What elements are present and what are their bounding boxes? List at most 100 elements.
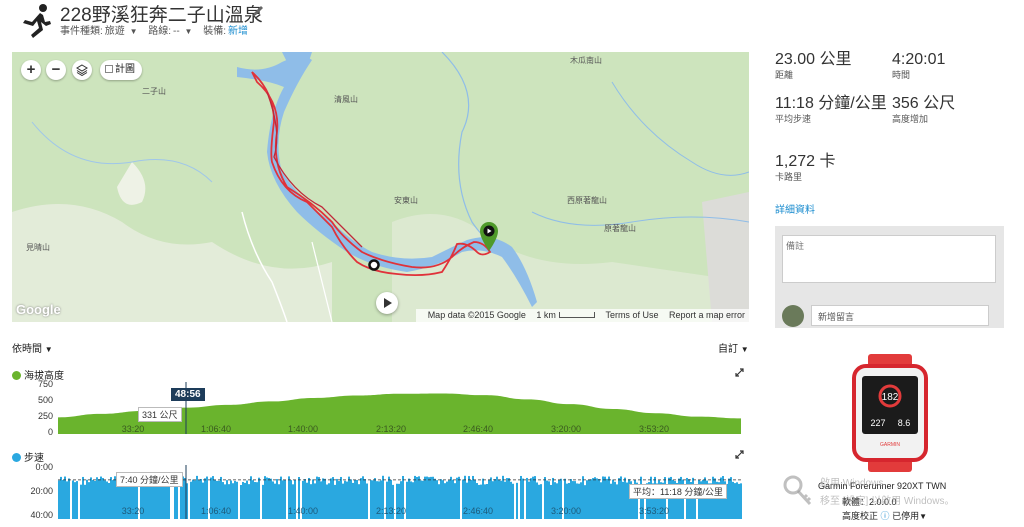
pace-bar	[244, 482, 246, 519]
pace-bar	[582, 476, 584, 519]
note-field[interactable]	[782, 235, 996, 283]
pace-bar	[344, 480, 346, 519]
add-gear-link[interactable]: 新增	[228, 26, 248, 37]
new-comment-input[interactable]: 新增留言	[811, 305, 989, 326]
elev-x-tick: 3:20:00	[551, 424, 581, 434]
pace-bar	[512, 483, 514, 519]
map-label-xiyuanzhushan: 西原著龍山	[567, 196, 607, 205]
map-label-qingpinshan: 清風山	[334, 95, 358, 104]
elev-x-tick: 1:40:00	[288, 424, 318, 434]
pace-bar	[428, 477, 430, 519]
info-icon[interactable]: ⓘ	[881, 511, 890, 521]
pace-bar	[610, 483, 612, 519]
course-value[interactable]: --	[173, 26, 180, 37]
elev-x-tick: 3:53:20	[639, 424, 669, 434]
pace-bar	[166, 482, 168, 519]
pace-bar	[616, 484, 618, 519]
terrain-checkbox[interactable]	[105, 65, 113, 73]
pace-bar	[538, 484, 540, 519]
pace-bar	[418, 476, 420, 519]
elev-x-tick: 2:13:20	[376, 424, 406, 434]
pace-bar	[68, 478, 70, 519]
pace-bar	[732, 481, 734, 519]
pace-bar	[346, 481, 348, 519]
stat-calories: 1,272 卡 卡路里	[775, 154, 895, 183]
pace-bar	[406, 481, 408, 519]
pace-bar	[74, 482, 76, 519]
elev-tick: 250	[37, 411, 53, 421]
map-label-anguoshan: 安東山	[394, 196, 418, 205]
chevron-down-icon[interactable]: ▼	[130, 27, 138, 36]
pace-bar	[612, 479, 614, 519]
pace-bar	[266, 477, 268, 519]
calories-label: 卡路里	[775, 172, 803, 182]
pace-bar	[102, 478, 104, 519]
stat-distance: 23.00 公里 距離	[775, 52, 895, 81]
pace-bar	[326, 484, 328, 519]
pace-bar	[740, 483, 742, 519]
pace-bar	[106, 481, 108, 519]
expand-icon[interactable]	[735, 450, 744, 459]
details-link[interactable]: 詳細資料	[775, 201, 815, 216]
customize-selector[interactable]: 自訂 ▼	[718, 340, 749, 355]
pace-bar	[450, 476, 452, 519]
route-map[interactable]: + − 計圖 二子山 清風山 安東山 見晴山 木瓜南山 西原著龍山 原著龍山 G…	[12, 52, 749, 322]
pace-bar	[606, 478, 608, 519]
pace-bar	[456, 477, 458, 519]
pace-bar	[498, 479, 500, 519]
pace-bar	[268, 478, 270, 519]
running-icon	[23, 4, 51, 38]
pace-bar	[410, 481, 412, 519]
pace-x-tick: 2:13:20	[376, 506, 406, 516]
map-terrain	[12, 52, 749, 322]
zoom-in-button[interactable]: +	[21, 60, 41, 80]
report-error-link[interactable]: Report a map error	[669, 310, 745, 320]
chevron-down-icon[interactable]: ▼	[185, 27, 193, 36]
pace-bar	[528, 481, 530, 519]
pace-bar	[196, 475, 198, 519]
event-type-value[interactable]: 旅遊	[105, 26, 125, 37]
pace-bar	[508, 478, 510, 519]
pace-bar	[270, 478, 272, 519]
pace-bar	[600, 482, 602, 519]
pace-bar	[108, 482, 110, 519]
pace-bar	[336, 478, 338, 519]
terrain-toggle[interactable]: 計圖	[100, 60, 142, 80]
expand-icon[interactable]	[735, 368, 744, 377]
play-route-button[interactable]	[376, 292, 398, 314]
pace-bar	[264, 476, 266, 519]
pace-x-tick: 1:40:00	[288, 506, 318, 516]
pace-bar	[502, 475, 504, 519]
pace-bar	[548, 481, 550, 519]
course-label: 路線:	[148, 26, 172, 37]
pace-bar	[104, 480, 106, 519]
distance-value: 23.00 公里	[775, 51, 852, 68]
layers-button[interactable]	[72, 60, 92, 80]
google-logo: Google	[16, 302, 61, 317]
elev-x-tick: 1:06:40	[201, 424, 231, 434]
pace-bar	[544, 477, 546, 519]
start-marker-icon[interactable]	[478, 220, 500, 252]
pace-bar	[590, 479, 592, 519]
pace-bar	[500, 480, 502, 519]
terms-link[interactable]: Terms of Use	[605, 310, 658, 320]
zoom-out-button[interactable]: −	[46, 60, 66, 80]
pace-bar	[274, 483, 276, 519]
pace-bar	[194, 480, 196, 519]
edit-icon[interactable]	[252, 5, 264, 17]
x-axis-selector[interactable]: 依時間 ▼	[12, 340, 53, 355]
elev-x-tick: 2:46:40	[463, 424, 493, 434]
activity-header: 228野溪狂奔二子山溫泉 事件種類: 旅遊 ▼ 路線: -- ▼ 裝備: 新增	[0, 0, 1024, 50]
pace-bar	[536, 482, 538, 519]
pace-bar	[358, 484, 360, 519]
pace-bar	[416, 476, 418, 519]
pace-x-tick: 33:20	[122, 506, 145, 516]
pace-bar	[88, 482, 90, 519]
pace-tick: 40:00	[30, 510, 53, 520]
distance-label: 距離	[775, 70, 794, 80]
pace-bar	[84, 484, 86, 519]
pace-bar	[494, 479, 496, 519]
pace-bar	[332, 477, 334, 519]
pace-bar	[64, 476, 66, 519]
pace-bar	[242, 481, 244, 519]
